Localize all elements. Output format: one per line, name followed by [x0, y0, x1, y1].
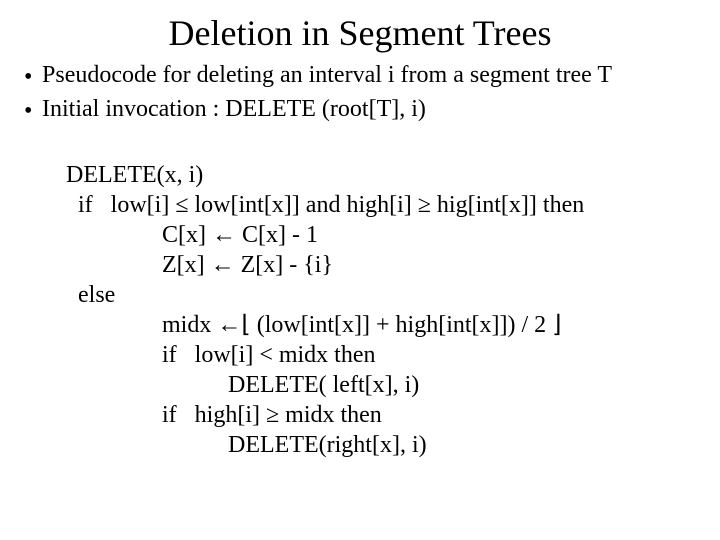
code-line: C[x] ← C[x] - 1	[66, 222, 318, 248]
code-line: if low[i] ≤ low[int[x]] and high[i] ≥ hi…	[66, 192, 584, 218]
code-line: DELETE( left[x], i)	[66, 372, 419, 398]
code-line: DELETE(x, i)	[66, 162, 203, 188]
bullet-text: Initial invocation : DELETE (root[T], i)	[42, 94, 716, 124]
code-line: if high[i] ≥ midx then	[66, 402, 382, 428]
bullet-list: • Pseudocode for deleting an interval i …	[0, 60, 720, 126]
slide-title: Deletion in Segment Trees	[0, 0, 720, 60]
slide: Deletion in Segment Trees • Pseudocode f…	[0, 0, 720, 540]
code-line: Z[x] ← Z[x] - {i}	[66, 252, 333, 278]
code-line: else	[66, 282, 115, 308]
pseudocode-block: DELETE(x, i) if low[i] ≤ low[int[x]] and…	[0, 128, 720, 490]
code-line: if low[i] < midx then	[66, 342, 376, 368]
bullet-text: Pseudocode for deleting an interval i fr…	[42, 60, 716, 90]
code-line: midx ←⌊ (low[int[x]] + high[int[x]]) / 2…	[66, 312, 562, 338]
bullet-item: • Pseudocode for deleting an interval i …	[24, 60, 716, 92]
code-line: DELETE(right[x], i)	[66, 432, 427, 458]
bullet-dot-icon: •	[24, 94, 42, 126]
bullet-dot-icon: •	[24, 60, 42, 92]
bullet-item: • Initial invocation : DELETE (root[T], …	[24, 94, 716, 126]
